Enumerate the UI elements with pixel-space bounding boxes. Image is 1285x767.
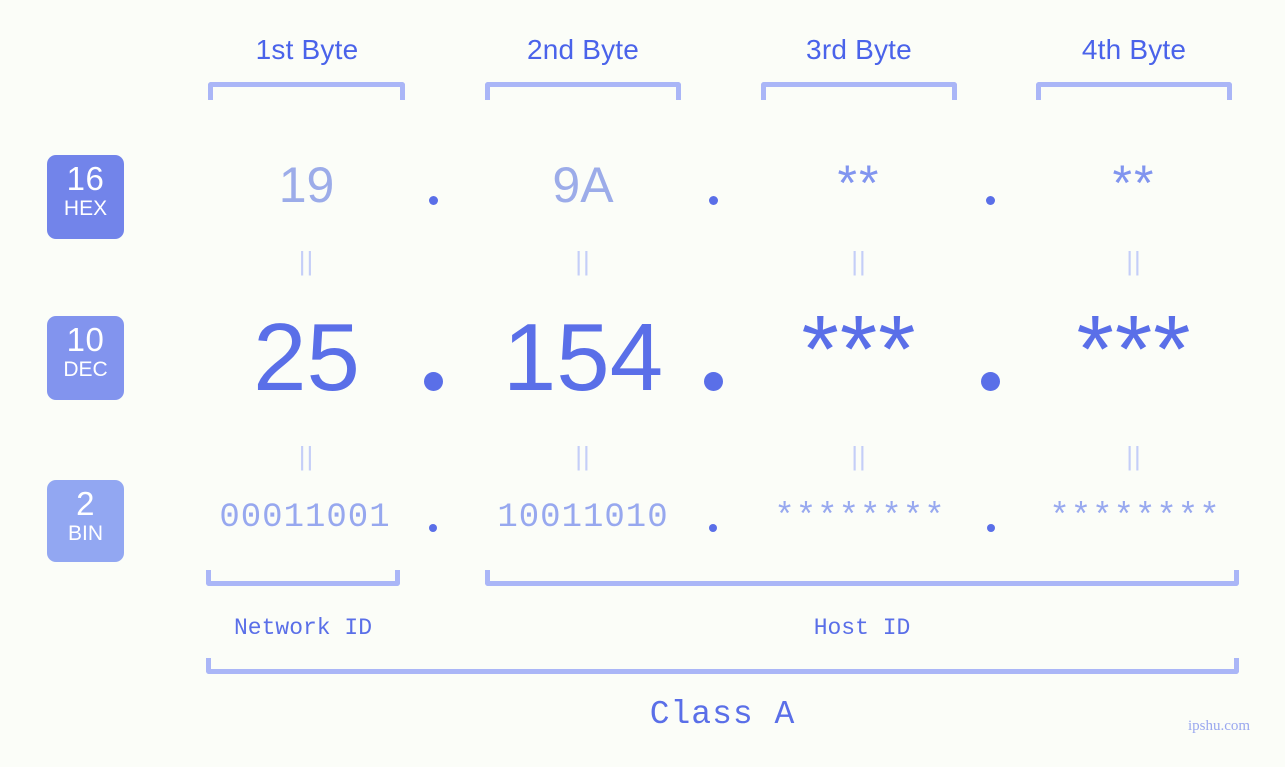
bin-byte-2: 10011010 — [497, 499, 669, 537]
byte-header-4: 4th Byte — [1081, 34, 1187, 65]
dec-separator-dot-1 — [424, 372, 443, 391]
equality-mark-2: || — [575, 246, 591, 276]
hex-byte-3: ** — [837, 155, 881, 211]
dec-separator-dot-3 — [981, 372, 1000, 391]
byte-header-1: 1st Byte — [255, 34, 359, 65]
equality-mark-6: || — [575, 441, 591, 471]
dec-byte-3: *** — [801, 296, 917, 403]
bin-byte-3: ******** — [774, 499, 946, 537]
host-id-bracket — [485, 570, 1239, 586]
network-id-label: Network ID — [233, 615, 373, 641]
dec-byte-4: *** — [1076, 296, 1192, 403]
bin-separator-dot-3 — [987, 524, 995, 532]
byte-header-2: 2nd Byte — [526, 34, 640, 65]
radix-badge-bin-label: BIN — [67, 522, 103, 545]
site-watermark: ipshu.com — [1188, 718, 1251, 734]
hex-byte-4: ** — [1112, 155, 1156, 211]
hex-byte-2: 9A — [552, 157, 614, 213]
ip-address-breakdown-diagram: 1st Byte 2nd Byte 3rd Byte 4th Byte 16 H… — [0, 0, 1285, 767]
network-id-bracket — [206, 570, 400, 586]
radix-badge-hex-label: HEX — [63, 197, 108, 220]
dec-byte-2: 154 — [502, 304, 664, 411]
equality-mark-7: || — [851, 441, 867, 471]
class-label: Class A — [649, 696, 796, 733]
byte-header-3: 3rd Byte — [806, 34, 912, 65]
byte-bracket-2 — [485, 82, 681, 100]
radix-badge-dec-label: DEC — [63, 358, 108, 381]
byte-bracket-4 — [1036, 82, 1232, 100]
radix-badge-dec-number: 10 — [66, 321, 105, 358]
host-id-label: Host ID — [813, 615, 911, 641]
equality-mark-5: || — [298, 441, 315, 471]
hex-separator-dot-2 — [709, 196, 718, 205]
hex-separator-dot-1 — [429, 196, 438, 205]
bin-separator-dot-1 — [429, 524, 437, 532]
hex-separator-dot-3 — [986, 196, 995, 205]
hex-byte-1: 19 — [278, 157, 335, 213]
bin-byte-4: ******** — [1049, 499, 1221, 537]
radix-badge-hex: 16 HEX — [47, 155, 124, 239]
equality-mark-1: || — [298, 246, 315, 276]
dec-byte-1: 25 — [253, 304, 360, 411]
byte-bracket-3 — [761, 82, 957, 100]
equality-mark-3: || — [851, 246, 867, 276]
equality-mark-4: || — [1126, 246, 1142, 276]
equality-mark-8: || — [1126, 441, 1142, 471]
radix-badge-hex-number: 16 — [66, 160, 105, 197]
radix-badge-dec: 10 DEC — [47, 316, 124, 400]
byte-bracket-1 — [208, 82, 405, 100]
class-bracket — [206, 658, 1239, 674]
radix-badge-bin-number: 2 — [76, 485, 95, 522]
bin-separator-dot-2 — [709, 524, 717, 532]
bin-byte-1: 00011001 — [219, 499, 391, 537]
dec-separator-dot-2 — [704, 372, 723, 391]
radix-badge-bin: 2 BIN — [47, 480, 124, 562]
